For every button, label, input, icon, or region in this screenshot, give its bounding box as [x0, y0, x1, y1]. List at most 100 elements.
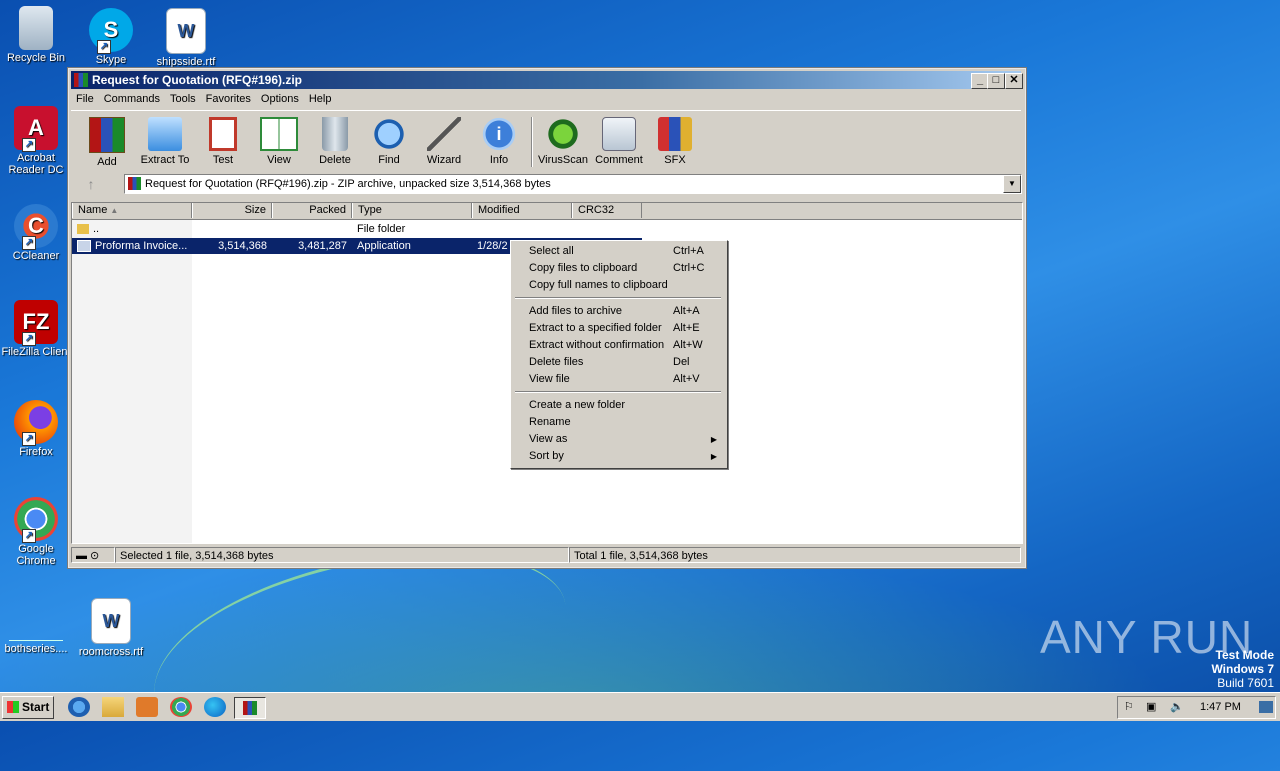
ie-taskbar-icon[interactable]	[68, 697, 90, 717]
maximize-button[interactable]: □	[987, 73, 1005, 89]
column-label: Size	[244, 204, 266, 216]
desktop-icon-roomcross[interactable]: W roomcross.rtf	[75, 598, 147, 658]
column-header-type[interactable]: Type	[352, 203, 472, 218]
folder-up-icon	[77, 224, 89, 235]
chrome-icon: ↗	[14, 497, 58, 543]
archive-icon	[128, 177, 141, 190]
drive-icon: ▬ ⊙	[76, 550, 100, 562]
menu-item-rename[interactable]: Rename	[513, 414, 723, 431]
delete-button[interactable]: Delete	[307, 117, 363, 166]
menu-help[interactable]: Help	[304, 90, 337, 108]
menu-item-label: View as	[529, 433, 568, 445]
column-header-modified[interactable]: Modified	[472, 203, 572, 218]
chevron-down-icon: ▼	[1008, 179, 1016, 188]
desktop-icon-label: bothseries....	[4, 643, 68, 655]
show-desktop-icon[interactable]	[1259, 701, 1273, 713]
word-document-icon: W	[91, 598, 131, 644]
edge-taskbar-icon[interactable]	[204, 697, 226, 717]
clock[interactable]: 1:47 PM	[1200, 701, 1241, 713]
menu-favorites[interactable]: Favorites	[201, 90, 256, 108]
desktop-icon-ccleaner[interactable]: C ↗ CCleaner	[0, 204, 72, 262]
desktop-icon-firefox[interactable]: ↗ Firefox	[0, 400, 72, 458]
address-text: Request for Quotation (RFQ#196).zip - ZI…	[145, 178, 551, 190]
flag-icon[interactable]: ⚐	[1124, 700, 1134, 713]
add-archive-icon	[89, 117, 125, 153]
menu-item-view-as[interactable]: View as ▶	[513, 431, 723, 448]
media-player-taskbar-icon[interactable]	[136, 697, 158, 717]
list-header: Name ▲ Size Packed Type Modified CRC32	[72, 203, 1022, 220]
add-button[interactable]: Add	[79, 117, 135, 168]
menu-item-sort-by[interactable]: Sort by ▶	[513, 448, 723, 465]
comment-button[interactable]: Comment	[591, 117, 647, 166]
menu-file[interactable]: File	[71, 90, 99, 108]
menu-item-extract-without-confirmation[interactable]: Extract without confirmation Alt+W	[513, 337, 723, 354]
desktop-icon-bothseries[interactable]: bothseries....	[0, 596, 72, 655]
info-button[interactable]: i Info	[471, 117, 527, 166]
up-folder-button[interactable]: ↑	[79, 174, 103, 194]
start-button[interactable]: Start	[2, 696, 54, 719]
column-header-packed[interactable]: Packed	[272, 203, 352, 218]
window-titlebar[interactable]: Request for Quotation (RFQ#196).zip _ □ …	[71, 71, 1023, 89]
close-button[interactable]: ✕	[1005, 73, 1023, 89]
view-button[interactable]: View	[251, 117, 307, 166]
virusscan-label: VirusScan	[538, 154, 588, 166]
menu-item-label: Copy full names to clipboard	[529, 279, 668, 291]
menu-item-shortcut: Alt+V	[673, 373, 700, 385]
menu-item-label: Sort by	[529, 450, 564, 462]
chrome-taskbar-icon[interactable]	[170, 697, 192, 717]
desktop-icon-recycle-bin[interactable]: Recycle Bin	[0, 6, 72, 64]
test-mode-line: Windows 7	[1211, 662, 1274, 676]
delete-label: Delete	[319, 154, 351, 166]
menu-item-create-folder[interactable]: Create a new folder	[513, 397, 723, 414]
test-clipboard-icon	[209, 117, 237, 151]
desktop-icon-label: Google Chrome	[16, 543, 56, 567]
windows-flag-icon	[7, 701, 19, 713]
find-button[interactable]: Find	[361, 117, 417, 166]
row-name: ..	[93, 223, 100, 235]
menu-item-view-file[interactable]: View file Alt+V	[513, 371, 723, 388]
column-header-name[interactable]: Name ▲	[72, 203, 192, 218]
virusscan-button[interactable]: VirusScan	[535, 117, 591, 166]
desktop-icon-skype[interactable]: S ↗ Skype	[75, 8, 147, 66]
desktop-icon-acrobat[interactable]: A ↗ Acrobat Reader DC	[0, 106, 72, 176]
table-row[interactable]: .. File folder	[72, 221, 642, 237]
name-column-background	[72, 220, 192, 543]
test-button[interactable]: Test	[195, 117, 251, 166]
wizard-button[interactable]: Wizard	[416, 117, 472, 166]
menu-item-add-files[interactable]: Add files to archive Alt+A	[513, 303, 723, 320]
address-row: ↑ Request for Quotation (RFQ#196).zip - …	[71, 172, 1022, 196]
blank-file-icon	[9, 596, 63, 641]
menu-tools[interactable]: Tools	[165, 90, 201, 108]
menu-item-copy-files[interactable]: Copy files to clipboard Ctrl+C	[513, 260, 723, 277]
winrar-taskbar-button[interactable]	[234, 697, 266, 719]
desktop-icon-chrome[interactable]: ↗ Google Chrome	[0, 497, 72, 567]
menu-item-label: Extract without confirmation	[529, 339, 665, 351]
sfx-button[interactable]: SFX	[647, 117, 703, 166]
address-bar[interactable]: Request for Quotation (RFQ#196).zip - ZI…	[124, 174, 1022, 194]
submenu-arrow-icon: ▶	[710, 435, 717, 444]
explorer-taskbar-icon[interactable]	[102, 697, 124, 717]
ccleaner-icon: C ↗	[14, 204, 58, 250]
menu-commands[interactable]: Commands	[99, 90, 165, 108]
recycle-bin-icon	[19, 6, 53, 50]
menu-item-select-all[interactable]: Select all Ctrl+A	[513, 243, 723, 260]
menu-item-extract-to-folder[interactable]: Extract to a specified folder Alt+E	[513, 320, 723, 337]
menu-item-shortcut: Del	[673, 356, 690, 368]
menu-item-copy-full-names[interactable]: Copy full names to clipboard	[513, 277, 723, 294]
column-header-crc32[interactable]: CRC32	[572, 203, 642, 218]
menu-item-shortcut: Ctrl+C	[673, 262, 705, 274]
volume-icon[interactable]: 🔈	[1170, 700, 1184, 713]
network-icon[interactable]: ▣	[1146, 700, 1156, 713]
desktop-icon-shipsside[interactable]: W shipsside.rtf	[150, 8, 222, 68]
menu-options[interactable]: Options	[256, 90, 304, 108]
desktop-icon-filezilla[interactable]: FZ ↗ FileZilla Client	[0, 300, 72, 358]
status-drive-pane[interactable]: ▬ ⊙	[71, 547, 115, 563]
column-label: Packed	[309, 204, 346, 216]
address-dropdown-button[interactable]: ▼	[1003, 175, 1021, 193]
bug-icon	[546, 117, 580, 151]
status-total: Total 1 file, 3,514,368 bytes	[569, 547, 1021, 563]
column-header-size[interactable]: Size	[192, 203, 272, 218]
menu-item-delete-files[interactable]: Delete files Del	[513, 354, 723, 371]
extract-to-button[interactable]: Extract To	[137, 117, 193, 166]
menu-item-shortcut: Alt+W	[673, 339, 703, 351]
